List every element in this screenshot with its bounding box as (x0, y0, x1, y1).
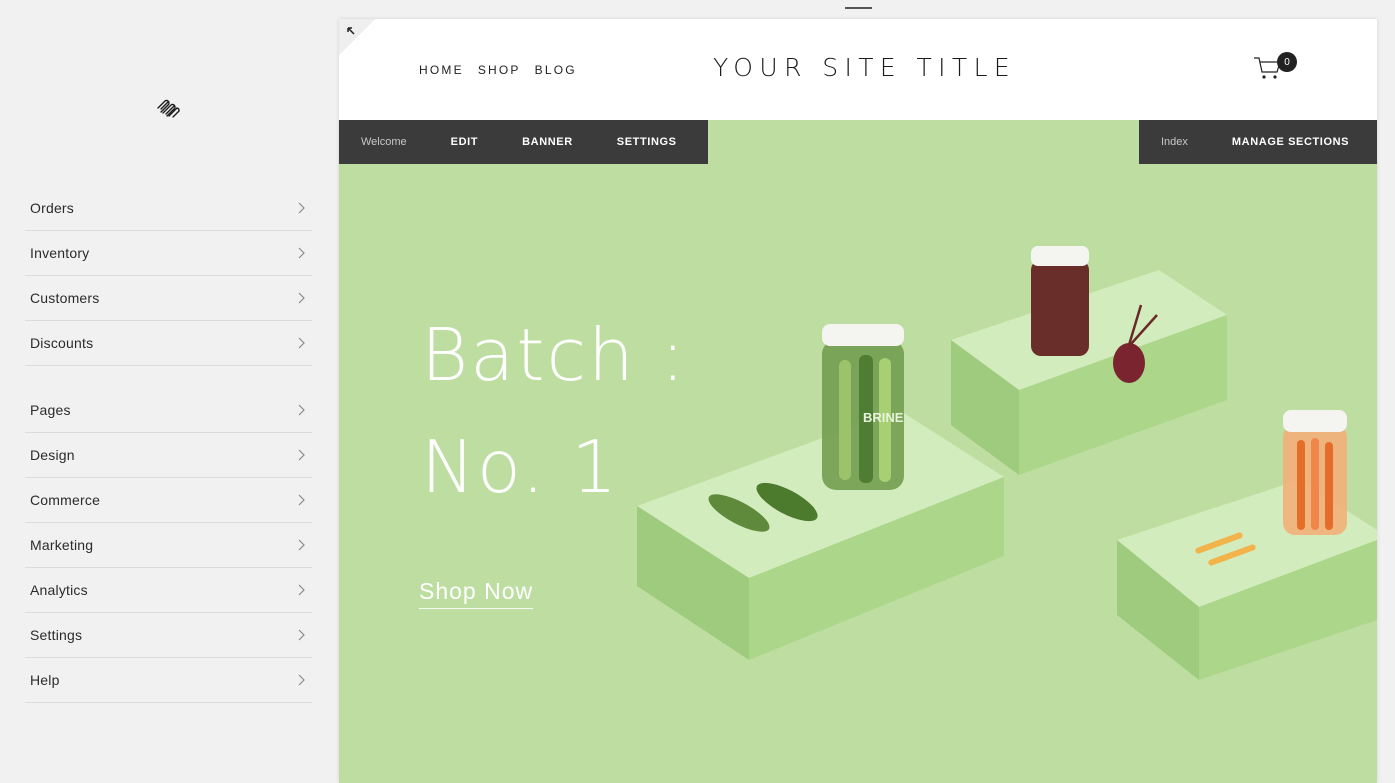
jar-label-text: BRINE (863, 410, 904, 425)
page-name-label: Welcome (361, 136, 407, 148)
sidebar-item-label: Discounts (30, 335, 94, 351)
chevron-right-icon (298, 404, 305, 416)
site-preview-frame: HOME SHOP BLOG YOUR SITE TITLE 0 BRINE W… (339, 19, 1377, 783)
sidebar-commerce-group: Orders Inventory Customers Discounts (25, 186, 312, 366)
sidebar-item-label: Pages (30, 402, 71, 418)
exit-preview-corner[interactable] (339, 19, 375, 55)
banner-button[interactable]: BANNER (522, 136, 573, 148)
site-nav-home[interactable]: HOME (419, 63, 464, 77)
sidebar-item-label: Design (30, 447, 75, 463)
sidebar-item-customers[interactable]: Customers (25, 276, 312, 321)
sidebar-item-design[interactable]: Design (25, 433, 312, 478)
sidebar-item-label: Inventory (30, 245, 90, 261)
index-toolbar: Index MANAGE SECTIONS (1139, 120, 1377, 164)
sidebar-item-label: Commerce (30, 492, 101, 508)
sidebar-item-label: Customers (30, 290, 100, 306)
preview-drag-handle[interactable] (845, 7, 872, 9)
chevron-right-icon (298, 449, 305, 461)
section-edit-toolbar: Welcome EDIT BANNER SETTINGS (339, 120, 708, 164)
sidebar-item-inventory[interactable]: Inventory (25, 231, 312, 276)
chevron-right-icon (298, 539, 305, 551)
sidebar-item-help[interactable]: Help (25, 658, 312, 703)
sidebar-item-analytics[interactable]: Analytics (25, 568, 312, 613)
hero-headline-line2: No. 1 (421, 425, 620, 509)
hero-banner: BRINE Welcome EDIT BANNER SETTINGS Index… (339, 120, 1377, 783)
cart-count-badge[interactable]: 0 (1277, 52, 1297, 72)
chevron-right-icon (298, 247, 305, 259)
chevron-right-icon (298, 292, 305, 304)
site-nav: HOME SHOP BLOG (419, 63, 577, 77)
chevron-right-icon (298, 337, 305, 349)
chevron-right-icon (298, 629, 305, 641)
site-header: HOME SHOP BLOG YOUR SITE TITLE 0 (339, 19, 1377, 120)
sidebar-item-orders[interactable]: Orders (25, 186, 312, 231)
sidebar-item-pages[interactable]: Pages (25, 388, 312, 433)
admin-sidebar: Orders Inventory Customers Discounts Pag… (0, 0, 338, 783)
sidebar-item-label: Help (30, 672, 60, 688)
site-title[interactable]: YOUR SITE TITLE (713, 53, 1016, 82)
sidebar-item-marketing[interactable]: Marketing (25, 523, 312, 568)
arrow-up-left-icon (347, 27, 355, 35)
hero-headline-line1: Batch : (421, 313, 687, 397)
sidebar-site-group: Pages Design Commerce Marketing Analytic… (25, 388, 312, 703)
sidebar-item-label: Orders (30, 200, 74, 216)
squarespace-logo-icon[interactable] (155, 96, 181, 118)
site-nav-shop[interactable]: SHOP (478, 63, 521, 77)
index-label: Index (1161, 136, 1188, 148)
chevron-right-icon (298, 674, 305, 686)
sidebar-item-label: Marketing (30, 537, 94, 553)
edit-button[interactable]: EDIT (451, 136, 478, 148)
sidebar-item-commerce[interactable]: Commerce (25, 478, 312, 523)
sidebar-item-discounts[interactable]: Discounts (25, 321, 312, 366)
settings-button[interactable]: SETTINGS (617, 136, 677, 148)
site-nav-blog[interactable]: BLOG (535, 63, 577, 77)
chevron-right-icon (298, 494, 305, 506)
manage-sections-button[interactable]: MANAGE SECTIONS (1232, 136, 1349, 148)
chevron-right-icon (298, 202, 305, 214)
sidebar-item-label: Analytics (30, 582, 88, 598)
sidebar-item-settings[interactable]: Settings (25, 613, 312, 658)
chevron-right-icon (298, 584, 305, 596)
sidebar-item-label: Settings (30, 627, 83, 643)
shop-now-link[interactable]: Shop Now (419, 578, 534, 609)
